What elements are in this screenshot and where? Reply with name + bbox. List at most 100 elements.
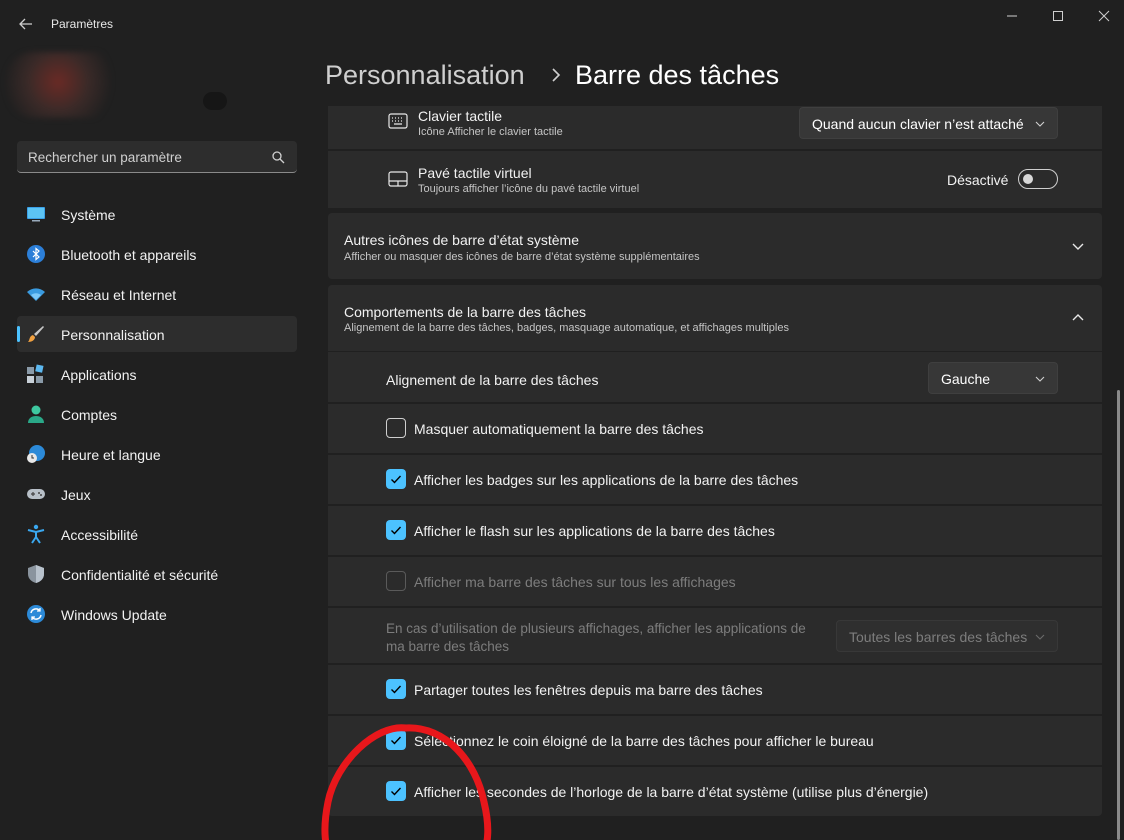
dropdown-value: Quand aucun clavier n’est attaché — [812, 116, 1024, 132]
auto-hide-checkbox[interactable] — [386, 418, 406, 438]
touch-keyboard-subtitle: Icône Afficher le clavier tactile — [418, 126, 563, 138]
touchpad-state-label: Désactivé — [947, 172, 1009, 188]
dropdown-value: Gauche — [941, 371, 991, 387]
chevron-right-icon — [552, 68, 561, 82]
monitor-icon — [27, 207, 45, 222]
divider — [328, 504, 1102, 506]
sidebar-item-jeux[interactable]: Jeux — [17, 476, 297, 512]
divider — [328, 453, 1102, 455]
sidebar-item-accessibilite[interactable]: Accessibilité — [17, 516, 297, 552]
apps-icon — [27, 364, 44, 383]
touchpad-icon — [388, 171, 408, 187]
title-bar: Paramètres — [0, 0, 1124, 48]
sidebar-item-label: Réseau et Internet — [61, 287, 177, 303]
touchpad-toggle[interactable] — [1018, 169, 1058, 189]
sidebar-item-label: Heure et langue — [61, 447, 161, 463]
touch-keyboard-dropdown[interactable]: Quand aucun clavier n’est attaché — [799, 107, 1058, 139]
update-icon — [27, 605, 45, 623]
other-icons-title: Autres icônes de barre d’état système — [344, 232, 580, 248]
sidebar-item-comptes[interactable]: Comptes — [17, 396, 297, 432]
wifi-icon — [27, 288, 45, 301]
checkbox-label: Afficher ma barre des tâches sur tous le… — [414, 574, 736, 590]
multi-display-label-line2: ma barre des tâches — [386, 639, 510, 654]
chevron-down-icon — [1035, 376, 1045, 382]
person-icon — [28, 405, 44, 423]
sidebar-item-windows-update[interactable]: Windows Update — [17, 596, 297, 632]
alignment-label: Alignement de la barre des tâches — [386, 372, 599, 388]
touch-keyboard-title: Clavier tactile — [418, 108, 503, 124]
clock-seconds-checkbox[interactable] — [386, 781, 406, 801]
active-indicator — [17, 326, 20, 342]
checkbox-label: Masquer automatiquement la barre des tâc… — [414, 421, 704, 437]
checkbox-label: Partager toutes les fenêtres depuis ma b… — [414, 682, 763, 698]
touchpad-title: Pavé tactile virtuel — [418, 165, 532, 181]
breadcrumb-root[interactable]: Personnalisation — [325, 60, 525, 91]
sidebar-item-label: Bluetooth et appareils — [61, 247, 197, 263]
shield-icon — [28, 565, 44, 583]
sidebar-item-label: Comptes — [61, 407, 118, 423]
scrollbar[interactable] — [1117, 390, 1120, 840]
sidebar-item-label: Personnalisation — [61, 327, 165, 343]
sidebar-item-personnalisation[interactable]: Personnalisation — [17, 316, 297, 352]
divider — [328, 606, 1102, 608]
accessibility-icon — [27, 524, 45, 544]
sidebar-item-applications[interactable]: Applications — [17, 356, 297, 392]
divider — [328, 663, 1102, 665]
checkbox-label: Afficher le flash sur les applications d… — [414, 523, 775, 539]
checkbox-label: Afficher les badges sur les applications… — [414, 472, 799, 488]
checkbox-label: Sélectionnez le coin éloigné de la barre… — [414, 733, 874, 749]
close-icon — [1098, 10, 1110, 22]
bluetooth-icon — [27, 245, 45, 263]
minimize-button[interactable] — [990, 4, 1034, 28]
checkmark-icon — [391, 526, 402, 535]
checkmark-icon — [391, 475, 402, 484]
alignment-dropdown[interactable]: Gauche — [928, 362, 1058, 394]
close-button[interactable] — [1082, 4, 1124, 28]
sidebar-item-label: Accessibilité — [61, 527, 139, 543]
back-button[interactable] — [14, 12, 38, 36]
profile-detail — [203, 92, 227, 110]
dropdown-value: Toutes les barres des tâches — [849, 629, 1028, 645]
app-title: Paramètres — [51, 17, 114, 31]
share-windows-checkbox[interactable] — [386, 679, 406, 699]
sidebar-item-label: Système — [61, 207, 116, 223]
search-box[interactable]: Rechercher un paramètre — [17, 141, 297, 173]
flash-checkbox[interactable] — [386, 520, 406, 540]
checkbox-label: Afficher les secondes de l’horloge de la… — [414, 784, 929, 800]
checkmark-icon — [391, 685, 402, 694]
sidebar-item-label: Windows Update — [61, 607, 167, 623]
keyboard-icon — [388, 113, 408, 129]
toggle-knob — [1023, 174, 1033, 184]
sidebar-item-heure[interactable]: Heure et langue — [17, 436, 297, 472]
multi-display-dropdown: Toutes les barres des tâches — [836, 620, 1058, 652]
page-title: Barre des tâches — [575, 60, 780, 90]
divider — [328, 555, 1102, 557]
search-input[interactable]: Rechercher un paramètre — [28, 150, 182, 165]
badges-checkbox[interactable] — [386, 469, 406, 489]
show-desktop-corner-checkbox[interactable] — [386, 730, 406, 750]
globe-clock-icon — [27, 445, 45, 463]
multi-display-label-line1: En cas d’utilisation de plusieurs affich… — [386, 621, 806, 636]
back-arrow-icon — [19, 18, 32, 30]
sidebar-item-label: Confidentialité et sécurité — [61, 567, 219, 583]
chevron-up-icon[interactable] — [1070, 310, 1086, 326]
sidebar-item-reseau[interactable]: Réseau et Internet — [17, 276, 297, 312]
minimize-icon — [1007, 15, 1017, 17]
divider — [328, 714, 1102, 716]
chevron-down-icon[interactable] — [1070, 238, 1086, 254]
search-icon — [272, 151, 285, 164]
sidebar-item-bluetooth[interactable]: Bluetooth et appareils — [17, 236, 297, 272]
divider — [328, 765, 1102, 767]
sidebar-item-confidentialite[interactable]: Confidentialité et sécurité — [17, 556, 297, 592]
sidebar-item-label: Jeux — [61, 487, 91, 503]
checkmark-icon — [391, 787, 402, 796]
divider — [328, 402, 1102, 404]
behaviors-subtitle: Alignement de la barre des tâches, badge… — [344, 322, 789, 334]
gamepad-icon — [27, 489, 45, 499]
profile-avatar[interactable] — [4, 52, 124, 118]
sidebar-item-systeme[interactable]: Système — [17, 196, 297, 232]
maximize-button[interactable] — [1036, 4, 1080, 28]
checkmark-icon — [391, 736, 402, 745]
behaviors-title: Comportements de la barre des tâches — [344, 304, 587, 320]
chevron-down-icon — [1035, 634, 1045, 640]
